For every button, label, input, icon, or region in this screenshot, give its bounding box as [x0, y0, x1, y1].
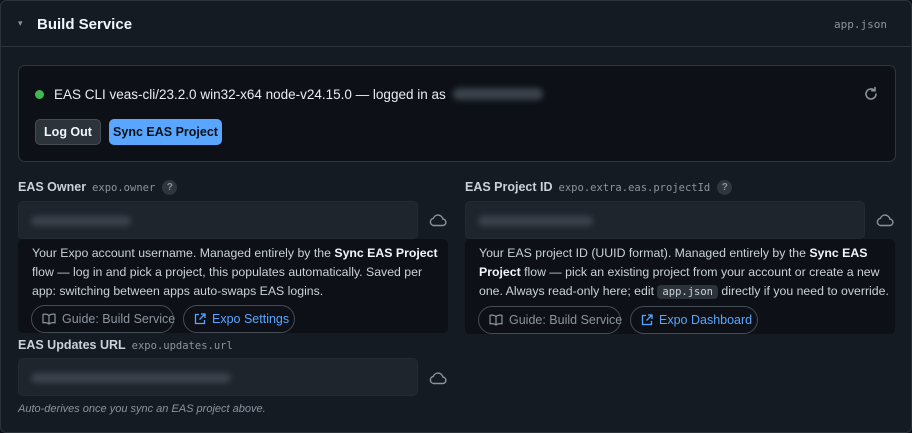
refresh-icon[interactable] — [861, 84, 881, 104]
eas-project-id-label: EAS Project ID expo.extra.eas.projectId? — [465, 180, 733, 195]
redacted-username — [453, 88, 543, 100]
eas-project-id-description: Your EAS project ID (UUID format). Manag… — [479, 244, 889, 302]
eas-owner-description: Your Expo account username. Managed enti… — [32, 244, 438, 301]
eas-updates-url-input[interactable] — [18, 358, 418, 396]
book-icon — [42, 313, 56, 325]
expo-settings-label: Expo Settings — [212, 312, 290, 326]
eas-project-id-code: expo.extra.eas.projectId — [558, 182, 711, 194]
cloud-icon — [429, 371, 447, 385]
guide-build-service-link[interactable]: Guide: Build Service — [478, 306, 623, 334]
external-link-icon — [641, 314, 653, 326]
external-link-icon — [194, 313, 206, 325]
file-tag: app.json — [834, 18, 887, 31]
cloud-icon — [876, 213, 894, 227]
redacted-project-id-value — [478, 216, 593, 226]
log-out-button[interactable]: Log Out — [35, 119, 101, 145]
help-icon[interactable]: ? — [162, 180, 178, 195]
guide-link-label: Guide: Build Service — [62, 312, 176, 326]
eas-owner-description-card: Your Expo account username. Managed enti… — [18, 239, 448, 333]
eas-owner-label-text: EAS Owner — [18, 180, 87, 194]
desc-text: flow — log in and pick a project, this p… — [32, 265, 423, 298]
book-icon — [489, 314, 503, 326]
section-header[interactable]: ▾ Build Service app.json — [1, 1, 911, 47]
eas-updates-url-label: EAS Updates URL expo.updates.url — [18, 338, 233, 352]
help-icon[interactable]: ? — [717, 180, 733, 195]
cloud-icon — [429, 213, 447, 227]
chevron-down-icon[interactable]: ▾ — [18, 18, 23, 29]
updates-url-hint: Auto-derives once you sync an EAS projec… — [18, 403, 266, 415]
cli-status-text: EAS CLI veas-cli/23.2.0 win32-x64 node-v… — [54, 87, 446, 102]
inline-code: app.json — [657, 285, 718, 299]
status-indicator — [35, 90, 44, 99]
eas-owner-input[interactable] — [18, 201, 418, 239]
desc-text: directly if you need to override. — [718, 284, 889, 298]
desc-text: Your Expo account username. Managed enti… — [32, 246, 335, 260]
eas-owner-label: EAS Owner expo.owner? — [18, 180, 178, 195]
eas-cli-status-card: EAS CLI veas-cli/23.2.0 win32-x64 node-v… — [18, 65, 896, 162]
expo-dashboard-link[interactable]: Expo Dashboard — [630, 306, 758, 334]
section-title[interactable]: Build Service — [37, 16, 132, 33]
eas-project-id-description-card: Your EAS project ID (UUID format). Manag… — [465, 239, 895, 334]
sync-eas-project-button[interactable]: Sync EAS Project — [109, 119, 222, 145]
expo-dashboard-label: Expo Dashboard — [659, 313, 753, 327]
guide-build-service-link[interactable]: Guide: Build Service — [31, 305, 176, 333]
build-service-panel: ▾ Build Service app.json EAS CLI veas-cl… — [0, 0, 912, 433]
desc-text: Your EAS project ID (UUID format). Manag… — [479, 246, 810, 260]
redacted-updates-url-value — [31, 373, 231, 383]
guide-link-label: Guide: Build Service — [509, 313, 623, 327]
eas-owner-code: expo.owner — [92, 182, 156, 194]
eas-updates-url-code: expo.updates.url — [131, 340, 233, 352]
eas-project-id-input[interactable] — [465, 201, 865, 239]
eas-updates-url-label-text: EAS Updates URL — [18, 338, 126, 352]
redacted-owner-value — [31, 216, 131, 226]
expo-settings-link[interactable]: Expo Settings — [183, 305, 295, 333]
desc-bold: Sync EAS Project — [334, 246, 438, 260]
eas-project-id-label-text: EAS Project ID — [465, 180, 553, 194]
